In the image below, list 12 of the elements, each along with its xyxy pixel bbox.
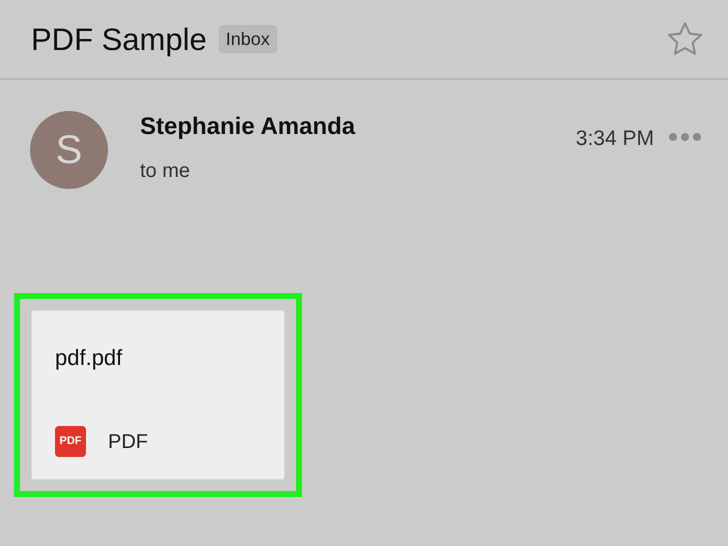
more-icon[interactable] — [668, 132, 702, 142]
message-time: 3:34 PM — [576, 126, 654, 152]
attachment-card[interactable]: pdf.pdf PDF PDF — [31, 310, 285, 480]
star-icon[interactable] — [666, 21, 704, 57]
recipient-text: to me — [140, 159, 192, 184]
pdf-file-icon: PDF — [55, 426, 86, 457]
email-subject: PDF Sample — [31, 24, 207, 54]
inbox-label: Inbox — [218, 25, 277, 53]
file-type: PDF — [108, 430, 148, 454]
avatar: S — [30, 111, 108, 189]
sender-name: Stephanie Amanda — [140, 112, 356, 142]
file-name: pdf.pdf — [55, 344, 124, 372]
